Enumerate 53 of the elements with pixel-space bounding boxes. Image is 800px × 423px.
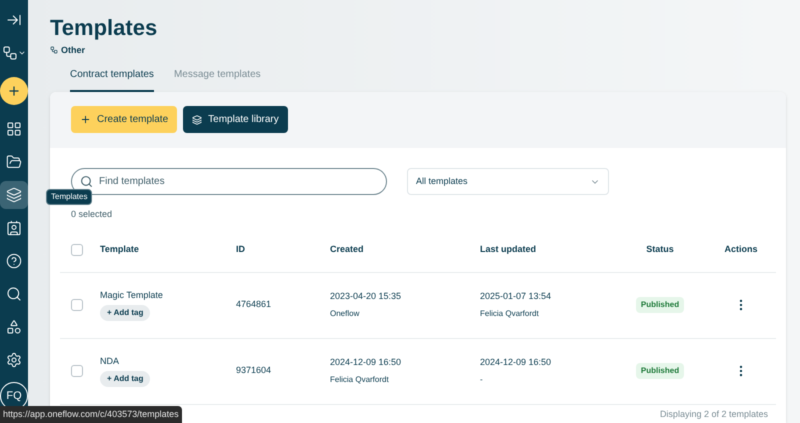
plus-icon — [80, 114, 91, 125]
column-header: Created — [330, 243, 364, 256]
table-cell-text: 2024-12-09 16:50 — [330, 356, 402, 369]
caret-icon — [18, 49, 26, 57]
create-template-button[interactable]: Create template — [71, 106, 178, 133]
add-tag-button[interactable]: + Add tag — [100, 371, 150, 388]
page-title: Templates — [50, 14, 158, 42]
table-cell-text: Felicia Qvarfordt — [480, 308, 540, 320]
layers-icon — [6, 187, 22, 203]
tooltip: Templates — [46, 189, 92, 205]
table-cell: 4764861 — [236, 299, 272, 310]
create-button[interactable] — [0, 77, 28, 105]
workspace-icon — [2, 45, 18, 61]
template-library-button[interactable]: Template library — [183, 106, 288, 133]
contact-card-icon — [6, 220, 22, 236]
checkbox[interactable] — [71, 244, 83, 256]
column-header: Actions — [724, 243, 758, 256]
table-cell-text: 2025-01-07 13:54 — [480, 290, 552, 303]
search-field[interactable]: Find templates — [99, 174, 378, 189]
status-bar-url: https://app.oneflow.com/c/403573/templates — [0, 406, 182, 423]
column-header: Status — [646, 243, 674, 256]
sidebar-layers-button[interactable] — [0, 181, 28, 209]
shapes-icon — [6, 319, 22, 335]
plus-icon — [7, 84, 21, 98]
template-name[interactable]: Magic Template — [100, 288, 163, 302]
template-name[interactable]: NDA — [100, 354, 120, 368]
table-cell-text: Felicia Qvarfordt — [330, 374, 390, 386]
table-cell: 9371604 — [236, 365, 272, 376]
settings-icon — [6, 352, 22, 368]
table-cell-text: 2023-04-20 15:35 — [330, 290, 402, 303]
workspace-name: Other — [61, 44, 86, 56]
status-badge: Published — [636, 363, 684, 379]
table-cell-text: - — [480, 374, 484, 386]
workspace-icon — [50, 46, 58, 54]
column-header: Last updated — [480, 243, 536, 256]
add-tag-button[interactable]: + Add tag — [100, 305, 150, 322]
selected-count: 0 selected — [70, 208, 114, 221]
help-icon — [6, 253, 22, 269]
table-cell-text: Oneflow — [330, 308, 360, 320]
search-icon — [6, 286, 22, 302]
checkbox[interactable] — [71, 299, 83, 311]
checkbox[interactable] — [71, 365, 83, 377]
status-badge: Published — [636, 297, 684, 313]
column-header: ID — [236, 243, 245, 256]
layers-icon — [192, 114, 202, 124]
folder-icon — [6, 154, 22, 170]
grid-icon — [6, 121, 22, 137]
column-header: Template — [100, 243, 139, 256]
filter-dropdown[interactable]: All templates — [407, 168, 609, 195]
pagination-summary: Displaying 2 of 2 templates — [660, 408, 768, 421]
table-cell-text: 2024-12-09 16:50 — [480, 356, 552, 369]
search-icon — [80, 175, 93, 188]
menu-icon — [6, 12, 22, 28]
